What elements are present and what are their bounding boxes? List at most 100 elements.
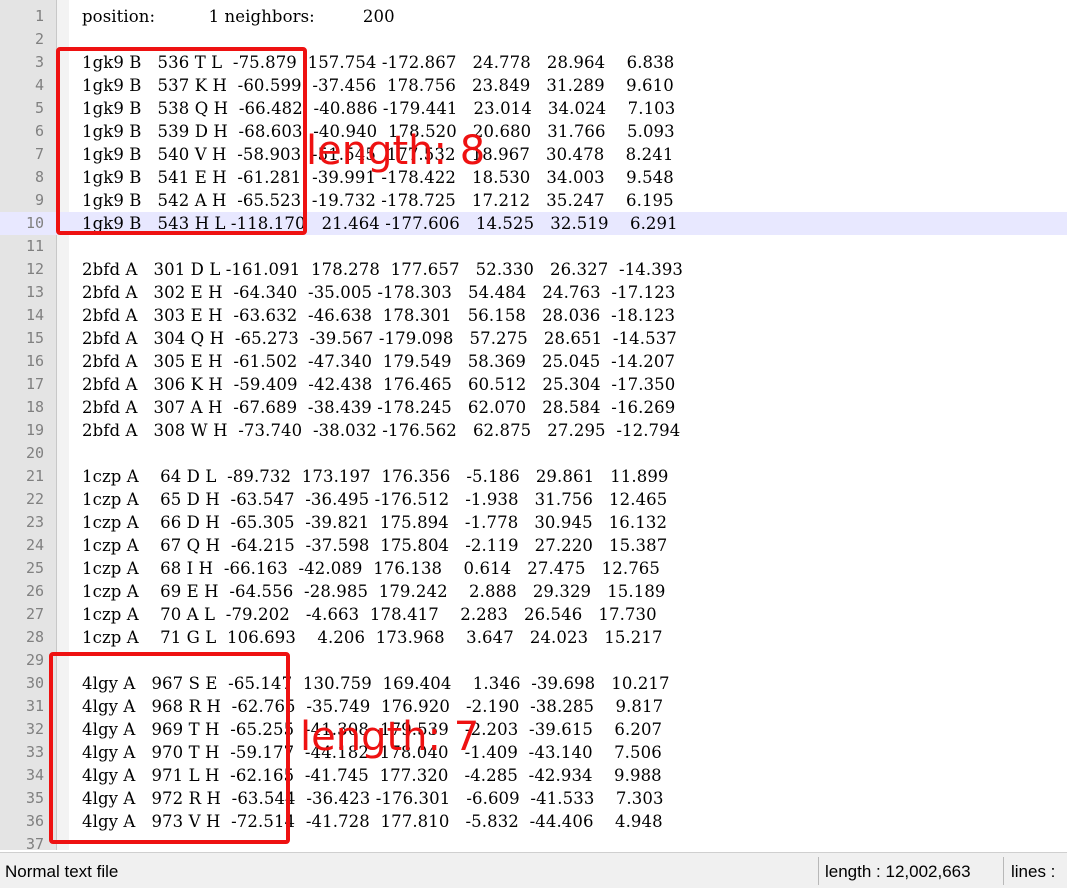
editor-line[interactable]: 26 1czp A 69 E H -64.556 -28.985 179.242 … — [0, 580, 1067, 603]
line-text[interactable]: 1gk9 B 537 K H -60.599 -37.456 178.756 2… — [82, 74, 674, 97]
editor-line[interactable]: 30 4lgy A 967 S E -65.147 130.759 169.404… — [0, 672, 1067, 695]
line-number: 11 — [25, 237, 44, 255]
line-text[interactable]: 2bfd A 302 E H -64.340 -35.005 -178.303 … — [82, 281, 675, 304]
line-number: 8 — [34, 168, 44, 186]
line-text[interactable]: 1czp A 66 D H -65.305 -39.821 175.894 -1… — [82, 511, 667, 534]
line-number: 34 — [25, 766, 44, 784]
editor-line[interactable]: 36 4lgy A 973 V H -72.514 -41.728 177.810… — [0, 810, 1067, 833]
line-text[interactable]: 1czp A 64 D L -89.732 173.197 176.356 -5… — [82, 465, 669, 488]
line-text[interactable]: 1czp A 67 Q H -64.215 -37.598 175.804 -2… — [82, 534, 667, 557]
editor-line[interactable]: 1 position: 1 neighbors: 200 — [0, 5, 1067, 28]
line-text[interactable]: 4lgy A 970 T H -59.177 -44.182 178.040 -… — [82, 741, 662, 764]
editor-line[interactable]: 23 1czp A 66 D H -65.305 -39.821 175.894 … — [0, 511, 1067, 534]
editor-line[interactable]: 14 2bfd A 303 E H -63.632 -46.638 178.301… — [0, 304, 1067, 327]
editor-line[interactable]: 25 1czp A 68 I H -66.163 -42.089 176.138 … — [0, 557, 1067, 580]
editor-line[interactable]: 29 — [0, 649, 1067, 672]
line-number: 2 — [34, 30, 44, 48]
line-text[interactable]: 2bfd A 303 E H -63.632 -46.638 178.301 5… — [82, 304, 675, 327]
line-text[interactable]: 1gk9 B 540 V H -58.903 -51.545 177.532 1… — [82, 143, 673, 166]
editor-line[interactable]: 28 1czp A 71 G L 106.693 4.206 173.968 3.… — [0, 626, 1067, 649]
line-number: 15 — [25, 329, 44, 347]
editor-line[interactable]: 13 2bfd A 302 E H -64.340 -35.005 -178.30… — [0, 281, 1067, 304]
status-file-type: Normal text file — [5, 862, 119, 881]
line-text[interactable]: 4lgy A 969 T H -65.255 -41.308 -179.539 … — [82, 718, 662, 741]
editor-line[interactable]: 4 1gk9 B 537 K H -60.599 -37.456 178.756 … — [0, 74, 1067, 97]
line-number: 18 — [25, 398, 44, 416]
line-text[interactable]: 2bfd A 305 E H -61.502 -47.340 179.549 5… — [82, 350, 675, 373]
line-number: 25 — [25, 559, 44, 577]
editor-line[interactable]: 35 4lgy A 972 R H -63.544 -36.423 -176.30… — [0, 787, 1067, 810]
editor-line[interactable]: 2 — [0, 28, 1067, 51]
line-number: 20 — [25, 444, 44, 462]
line-text[interactable]: position: 1 neighbors: 200 — [82, 5, 395, 28]
editor-line[interactable]: 17 2bfd A 306 K H -59.409 -42.438 176.465… — [0, 373, 1067, 396]
line-text[interactable]: 1gk9 B 542 A H -65.523 -19.732 -178.725 … — [82, 189, 674, 212]
line-text[interactable]: 2bfd A 301 D L -161.091 178.278 177.657 … — [82, 258, 683, 281]
editor-line[interactable]: 10 1gk9 B 543 H L -118.170 21.464 -177.60… — [0, 212, 1067, 235]
editor-line[interactable]: 31 4lgy A 968 R H -62.765 -35.749 176.920… — [0, 695, 1067, 718]
line-number: 19 — [25, 421, 44, 439]
line-text[interactable]: 1czp A 69 E H -64.556 -28.985 179.242 2.… — [82, 580, 666, 603]
line-text[interactable]: 1gk9 B 543 H L -118.170 21.464 -177.606 … — [82, 212, 678, 235]
editor-line[interactable]: 15 2bfd A 304 Q H -65.273 -39.567 -179.09… — [0, 327, 1067, 350]
status-lines: lines : — [1011, 862, 1056, 881]
editor-line[interactable]: 20 — [0, 442, 1067, 465]
editor-line[interactable]: 16 2bfd A 305 E H -61.502 -47.340 179.549… — [0, 350, 1067, 373]
line-text[interactable]: 1gk9 B 536 T L -75.879 157.754 -172.867 … — [82, 51, 674, 74]
line-text[interactable]: 1gk9 B 539 D H -68.603 -40.940 178.520 2… — [82, 120, 675, 143]
line-number: 22 — [25, 490, 44, 508]
editor-line[interactable]: 11 — [0, 235, 1067, 258]
editor-line[interactable]: 32 4lgy A 969 T H -65.255 -41.308 -179.53… — [0, 718, 1067, 741]
status-separator — [1003, 857, 1004, 885]
line-text[interactable]: 1czp A 65 D H -63.547 -36.495 -176.512 -… — [82, 488, 667, 511]
editor-line[interactable]: 12 2bfd A 301 D L -161.091 178.278 177.65… — [0, 258, 1067, 281]
text-editor[interactable]: 1 position: 1 neighbors: 200 2 3 1gk9 B 536 … — [0, 0, 1067, 850]
line-number: 10 — [25, 214, 44, 232]
editor-line[interactable]: 27 1czp A 70 A L -79.202 -4.663 178.417 2… — [0, 603, 1067, 626]
line-text[interactable]: 2bfd A 307 A H -67.689 -38.439 -178.245 … — [82, 396, 675, 419]
editor-line[interactable]: 5 1gk9 B 538 Q H -66.482 -40.886 -179.441… — [0, 97, 1067, 120]
line-number: 37 — [25, 835, 44, 850]
editor-line[interactable]: 34 4lgy A 971 L H -62.165 -41.745 177.320… — [0, 764, 1067, 787]
editor-line[interactable]: 37 — [0, 833, 1067, 850]
editor-line[interactable]: 7 1gk9 B 540 V H -58.903 -51.545 177.532 … — [0, 143, 1067, 166]
editor-line[interactable]: 18 2bfd A 307 A H -67.689 -38.439 -178.24… — [0, 396, 1067, 419]
line-number: 5 — [34, 99, 44, 117]
line-text[interactable]: 4lgy A 973 V H -72.514 -41.728 177.810 -… — [82, 810, 663, 833]
line-number: 3 — [34, 53, 44, 71]
line-text[interactable]: 2bfd A 308 W H -73.740 -38.032 -176.562 … — [82, 419, 680, 442]
line-text[interactable]: 1czp A 70 A L -79.202 -4.663 178.417 2.2… — [82, 603, 657, 626]
line-number: 26 — [25, 582, 44, 600]
editor-line[interactable]: 8 1gk9 B 541 E H -61.281 -39.991 -178.422… — [0, 166, 1067, 189]
editor-line[interactable]: 22 1czp A 65 D H -63.547 -36.495 -176.512… — [0, 488, 1067, 511]
editor-line[interactable]: 21 1czp A 64 D L -89.732 173.197 176.356 … — [0, 465, 1067, 488]
line-text[interactable]: 2bfd A 304 Q H -65.273 -39.567 -179.098 … — [82, 327, 677, 350]
line-number: 21 — [25, 467, 44, 485]
line-text[interactable]: 4lgy A 968 R H -62.765 -35.749 176.920 -… — [82, 695, 663, 718]
line-number: 13 — [25, 283, 44, 301]
line-number: 29 — [25, 651, 44, 669]
line-number: 7 — [34, 145, 44, 163]
line-text[interactable]: 4lgy A 971 L H -62.165 -41.745 177.320 -… — [82, 764, 662, 787]
line-text[interactable]: 2bfd A 306 K H -59.409 -42.438 176.465 6… — [82, 373, 675, 396]
editor-line[interactable]: 6 1gk9 B 539 D H -68.603 -40.940 178.520 … — [0, 120, 1067, 143]
editor-line[interactable]: 3 1gk9 B 536 T L -75.879 157.754 -172.867… — [0, 51, 1067, 74]
line-text[interactable]: 1gk9 B 538 Q H -66.482 -40.886 -179.441 … — [82, 97, 675, 120]
editor-line[interactable]: 9 1gk9 B 542 A H -65.523 -19.732 -178.725… — [0, 189, 1067, 212]
line-number: 30 — [25, 674, 44, 692]
line-text[interactable]: 1czp A 71 G L 106.693 4.206 173.968 3.64… — [82, 626, 663, 649]
line-text[interactable]: 4lgy A 972 R H -63.544 -36.423 -176.301 … — [82, 787, 664, 810]
line-text[interactable]: 4lgy A 967 S E -65.147 130.759 169.404 1… — [82, 672, 670, 695]
line-number: 24 — [25, 536, 44, 554]
line-number: 9 — [34, 191, 44, 209]
line-number: 32 — [25, 720, 44, 738]
line-text[interactable]: 1czp A 68 I H -66.163 -42.089 176.138 0.… — [82, 557, 660, 580]
editor-line[interactable]: 19 2bfd A 308 W H -73.740 -38.032 -176.56… — [0, 419, 1067, 442]
line-number: 16 — [25, 352, 44, 370]
editor-line[interactable]: 24 1czp A 67 Q H -64.215 -37.598 175.804 … — [0, 534, 1067, 557]
line-number: 31 — [25, 697, 44, 715]
line-number: 17 — [25, 375, 44, 393]
editor-line[interactable]: 33 4lgy A 970 T H -59.177 -44.182 178.040… — [0, 741, 1067, 764]
line-number: 14 — [25, 306, 44, 324]
line-text[interactable]: 1gk9 B 541 E H -61.281 -39.991 -178.422 … — [82, 166, 674, 189]
